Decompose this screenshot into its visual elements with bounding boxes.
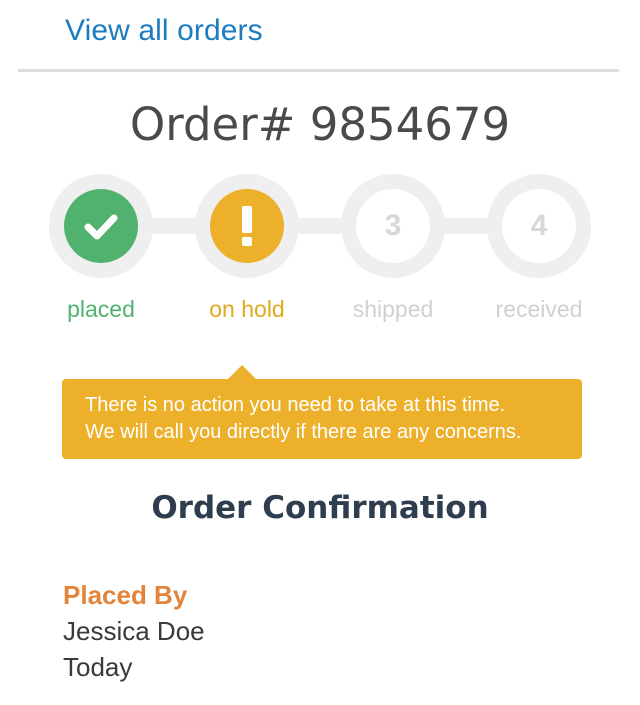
placed-by-name: Jessica Doe: [63, 616, 205, 646]
step-label-shipped: shipped: [352, 296, 434, 322]
step-received: 4: [487, 174, 591, 278]
notice-line-1: There is no action you need to take at t…: [85, 394, 506, 416]
notice-caret: [228, 365, 256, 379]
order-progress-tracker: 3 4: [0, 174, 640, 284]
step-label-placed: placed: [67, 296, 135, 322]
step-placed: [49, 174, 153, 278]
step-label-on-hold: on hold: [209, 296, 285, 322]
on-hold-notice: There is no action you need to take at t…: [62, 379, 582, 459]
order-status-page: View all orders Order# 9854679 3 4 place…: [0, 0, 640, 705]
step-shipped-circle: 3: [356, 189, 430, 263]
step-placed-circle: [64, 189, 138, 263]
step-received-number: 4: [530, 209, 548, 242]
step-received-circle: 4: [502, 189, 576, 263]
placed-by-label: Placed By: [63, 580, 188, 610]
exclamation-icon: [242, 206, 252, 246]
step-on-hold-circle: [210, 189, 284, 263]
order-confirmation-heading: Order Confirmation: [151, 490, 489, 526]
notice-line-2: We will call you directly if there are a…: [85, 421, 522, 443]
header-divider: [18, 69, 619, 72]
step-on-hold: [195, 174, 299, 278]
step-label-received: received: [495, 296, 583, 322]
view-all-orders-link[interactable]: View all orders: [65, 14, 263, 48]
placed-date: Today: [63, 652, 133, 682]
step-shipped: 3: [341, 174, 445, 278]
step-shipped-number: 3: [384, 209, 402, 242]
check-icon: [84, 214, 118, 240]
tracker-line: [101, 218, 539, 234]
order-number-title: Order# 9854679: [129, 98, 511, 151]
